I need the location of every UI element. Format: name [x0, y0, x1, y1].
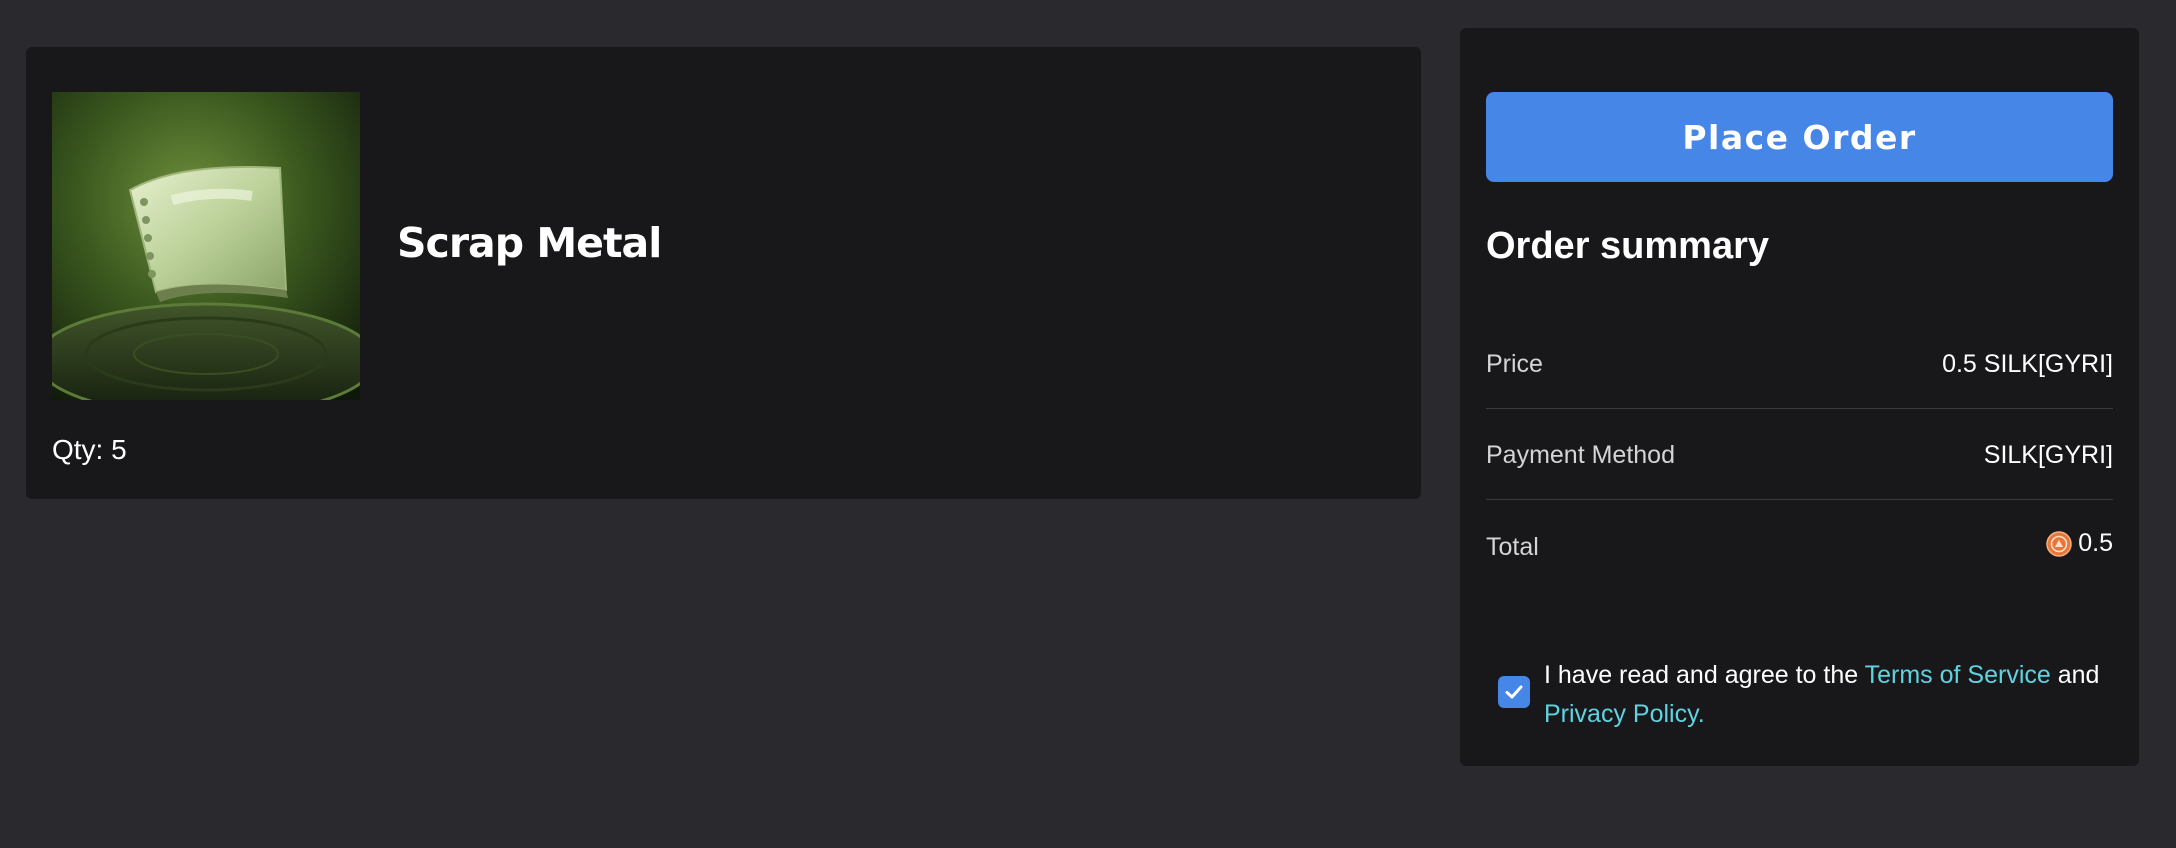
total-label: Total	[1486, 533, 1539, 561]
price-row: Price 0.5 SILK[GYRI]	[1486, 318, 2113, 409]
total-value-group: 0.5	[2046, 529, 2113, 558]
price-label: Price	[1486, 350, 1543, 378]
check-icon	[1505, 685, 1523, 699]
payment-method-value: SILK[GYRI]	[1983, 441, 2113, 469]
scrap-metal-image	[52, 92, 360, 400]
privacy-policy-link[interactable]: Privacy Policy.	[1544, 700, 1705, 728]
agreement-middle: and	[2050, 661, 2100, 689]
item-card: Scrap Metal Qty: 5	[26, 47, 1421, 499]
total-value: 0.5	[2078, 529, 2113, 557]
agree-checkbox[interactable]	[1498, 676, 1530, 708]
price-value: 0.5 SILK[GYRI]	[1942, 350, 2113, 378]
agreement-text: I have read and agree to the Terms of Se…	[1544, 656, 2134, 734]
order-summary-panel: Place Order Order summary Price 0.5 SILK…	[1460, 28, 2139, 766]
order-summary-title: Order summary	[1486, 225, 1770, 267]
payment-method-row: Payment Method SILK[GYRI]	[1486, 409, 2113, 500]
item-thumbnail	[52, 92, 360, 400]
payment-method-label: Payment Method	[1486, 441, 1675, 469]
item-quantity: Qty: 5	[52, 434, 127, 465]
total-row: Total 0.5	[1486, 500, 2113, 590]
silk-coin-icon	[2046, 530, 2072, 557]
agreement-prefix: I have read and agree to the	[1544, 661, 1865, 689]
terms-of-service-link[interactable]: Terms of Service	[1865, 661, 2051, 689]
item-name: Scrap Metal	[397, 219, 662, 267]
place-order-button[interactable]: Place Order	[1486, 92, 2113, 182]
